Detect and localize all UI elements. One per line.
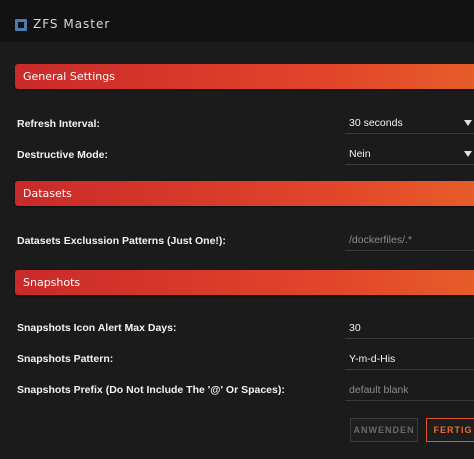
destructive-mode-label: Destructive Mode: [17, 149, 109, 161]
snapshots-icon-alert-max-days-label: Snapshots Icon Alert Max Days: [17, 322, 177, 334]
chevron-down-icon [464, 151, 472, 157]
datasets-exclusion-patterns-input[interactable]: /dockerfiles/.* [345, 232, 474, 251]
snapshots-pattern-value: Y-m-d-His [349, 353, 396, 365]
refresh-interval-label: Refresh Interval: [17, 118, 100, 130]
section-header-datasets: Datasets [15, 181, 474, 206]
snapshots-prefix-input[interactable]: default blank [345, 382, 474, 401]
apply-button[interactable]: ANWENDEN [350, 418, 418, 442]
destructive-mode-value: Nein [349, 148, 371, 160]
section-title: Datasets [23, 187, 72, 200]
window-title: ZFS Master [33, 17, 111, 31]
done-button[interactable]: FERTIG [426, 418, 474, 442]
snapshots-pattern-input[interactable]: Y-m-d-His [345, 351, 474, 370]
section-title: Snapshots [23, 276, 81, 289]
chevron-down-icon [464, 120, 472, 126]
datasets-exclusion-patterns-placeholder: /dockerfiles/.* [349, 234, 413, 246]
window-titlebar: ZFS Master [0, 0, 474, 42]
zfs-master-app-icon [15, 19, 27, 31]
section-header-general-settings: General Settings [15, 64, 474, 89]
destructive-mode-select[interactable]: Nein [345, 146, 474, 165]
section-header-snapshots: Snapshots [15, 270, 474, 295]
section-title: General Settings [23, 70, 115, 83]
datasets-exclusion-patterns-label: Datasets Exclussion Patterns (Just One!)… [17, 235, 226, 247]
snapshots-pattern-label: Snapshots Pattern: [17, 353, 114, 365]
snapshots-icon-alert-max-days-input[interactable]: 30 [345, 320, 474, 339]
refresh-interval-value: 30 seconds [349, 117, 403, 129]
snapshots-prefix-label: Snapshots Prefix (Do Not Include The '@'… [17, 384, 285, 396]
snapshots-prefix-placeholder: default blank [349, 384, 409, 396]
refresh-interval-select[interactable]: 30 seconds [345, 115, 474, 134]
snapshots-icon-alert-max-days-value: 30 [349, 322, 361, 334]
